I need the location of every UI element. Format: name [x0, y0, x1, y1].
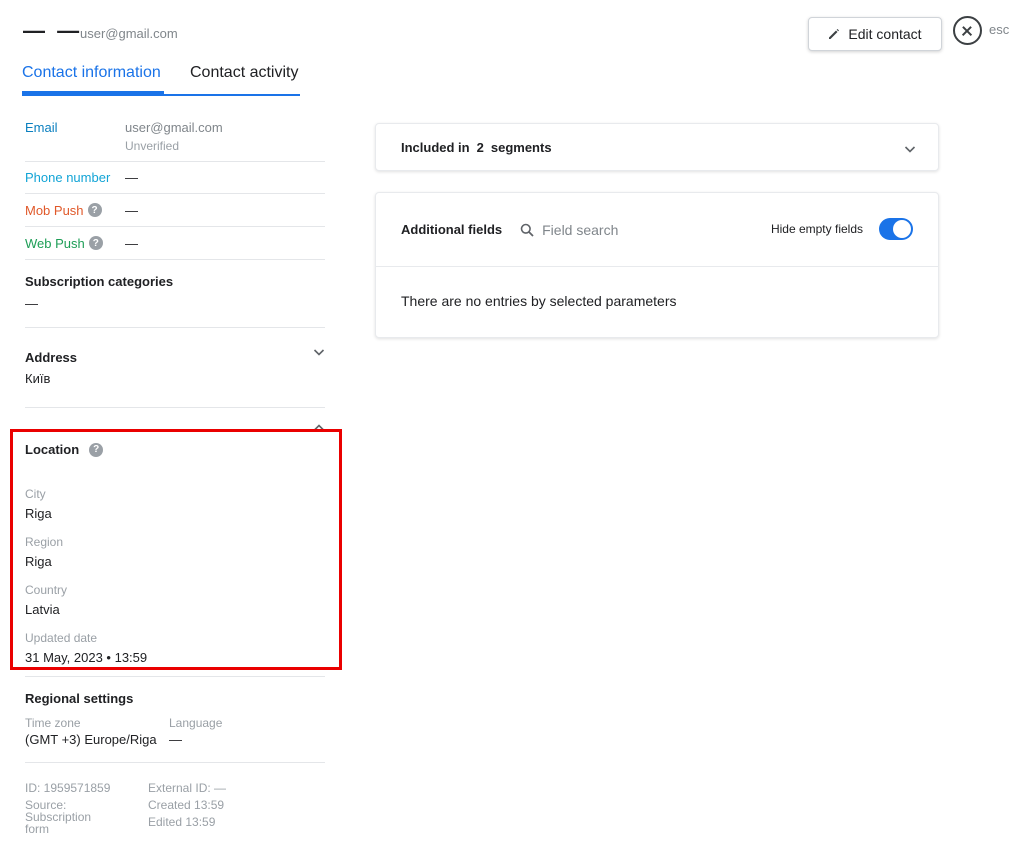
contact-id: ID: 1959571859 [25, 781, 111, 795]
chevron-down-icon[interactable] [313, 346, 325, 358]
mob-push-label: Mob Push ? [25, 203, 125, 218]
segments-card[interactable]: Included in 2 segments [375, 123, 939, 171]
segments-count: 2 [476, 139, 484, 155]
region-value: Riga [25, 554, 52, 569]
subscription-categories-section: Subscription categories — [25, 260, 325, 328]
field-search-input[interactable] [542, 221, 743, 238]
regional-settings-section: Regional settings Time zone (GMT +3) Eur… [25, 676, 325, 763]
timezone-label: Time zone [25, 716, 81, 730]
regional-settings-title: Regional settings [25, 691, 134, 706]
language-value: — [169, 732, 182, 747]
help-icon[interactable]: ? [89, 442, 104, 457]
additional-fields-card: Additional fields Hide empty fields Ther… [375, 192, 939, 338]
contact-name: — — [23, 18, 83, 43]
mob-push-value: — [125, 202, 138, 218]
web-push-channel-row: Web Push ? — [25, 227, 325, 260]
search-icon [520, 223, 534, 237]
toggle-knob [893, 220, 911, 238]
timezone-value: (GMT +3) Europe/Riga [25, 732, 157, 747]
phone-label: Phone number [25, 170, 111, 185]
help-icon[interactable]: ? [88, 236, 103, 250]
help-icon[interactable]: ? [87, 203, 102, 217]
tab-contact-information[interactable]: Contact information [22, 60, 164, 94]
mob-push-label-text: Mob Push [25, 202, 84, 218]
chevron-down-icon[interactable] [904, 143, 916, 155]
contact-email: user@gmail.com [80, 26, 178, 41]
close-icon[interactable] [953, 16, 982, 45]
additional-fields-title: Additional fields [401, 222, 503, 237]
chevron-up-icon[interactable] [313, 422, 325, 434]
hide-empty-fields-control: Hide empty fields [771, 218, 913, 240]
location-title: Location [25, 442, 80, 457]
contact-source: Source: Subscription form [25, 798, 92, 836]
contact-header: — — user@gmail.com Edit contact esc Cont… [0, 0, 1021, 100]
updated-date-value: 31 May, 2023 • 13:59 [25, 650, 148, 665]
country-value: Latvia [25, 602, 60, 617]
region-label: Region [25, 535, 64, 549]
edit-contact-label: Edit contact [848, 26, 922, 42]
hide-empty-fields-label: Hide empty fields [770, 222, 863, 236]
close-control: esc [953, 16, 1009, 45]
updated-date-label: Updated date [25, 631, 98, 645]
email-label: Email [25, 120, 58, 135]
email-status: Unverified [125, 139, 180, 153]
address-section[interactable]: Address Київ [25, 328, 325, 408]
web-push-label-text: Web Push [25, 235, 85, 251]
phone-channel-row: Phone number — [25, 162, 325, 194]
tab-contact-activity[interactable]: Contact activity [190, 60, 298, 94]
address-value: Київ [25, 371, 51, 386]
created-time: Created 13:59 [148, 798, 225, 812]
web-push-label: Web Push ? [25, 236, 125, 251]
web-push-value: — [125, 235, 138, 251]
edited-time: Edited 13:59 [148, 815, 216, 829]
additional-fields-header: Additional fields Hide empty fields [376, 193, 938, 267]
edit-contact-button[interactable]: Edit contact [808, 17, 942, 51]
subscription-categories-title: Subscription categories [25, 274, 174, 289]
country-label: Country [25, 583, 68, 597]
city-label: City [25, 487, 46, 501]
field-search [520, 221, 743, 238]
contact-tabs: Contact information Contact activity [22, 60, 300, 96]
address-title: Address [25, 350, 78, 365]
mob-push-channel-row: Mob Push ? — [25, 194, 325, 227]
location-title-row: Location ? [25, 442, 325, 457]
phone-value: — [125, 170, 138, 185]
empty-state-message: There are no entries by selected paramet… [401, 293, 677, 309]
segments-prefix: Included in [401, 139, 470, 155]
contact-meta: ID: 1959571859 Source: Subscription form… [25, 782, 325, 839]
segments-suffix: segments [490, 139, 552, 155]
external-id: External ID: — [148, 781, 227, 795]
subscription-categories-value: — [25, 296, 38, 311]
contact-details-panel: Email user@gmail.com Unverified Phone nu… [25, 100, 325, 677]
location-fields: City Riga Region Riga Country Latvia Upd… [25, 487, 325, 665]
email-value: user@gmail.com [125, 120, 223, 135]
regional-settings-fields: Time zone (GMT +3) Europe/Riga Language … [25, 716, 325, 747]
city-value: Riga [25, 506, 52, 521]
esc-label: esc [989, 22, 1010, 37]
language-label: Language [169, 716, 223, 730]
pencil-icon [829, 29, 840, 39]
hide-empty-fields-toggle[interactable] [879, 218, 913, 240]
email-channel-row: Email user@gmail.com Unverified [25, 100, 325, 162]
location-section: Location ? City Riga Region Riga Country… [25, 408, 325, 677]
